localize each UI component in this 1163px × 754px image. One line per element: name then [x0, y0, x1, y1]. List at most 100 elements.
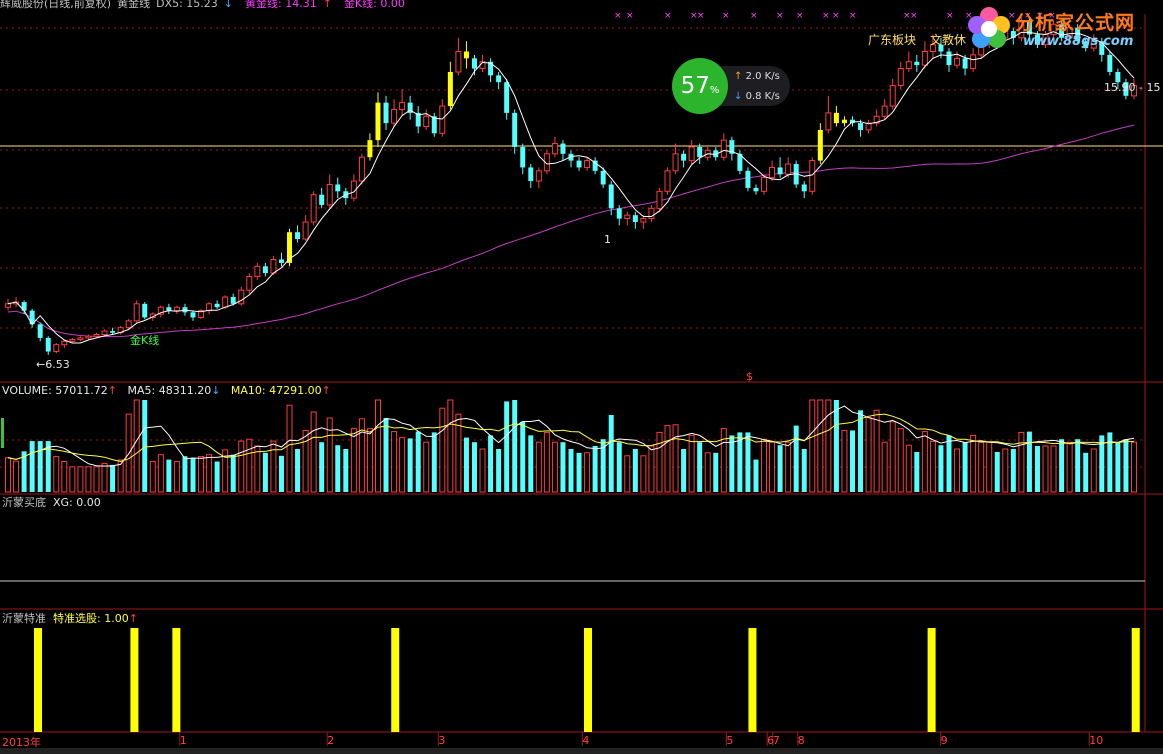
- candle-body: [45, 337, 51, 352]
- short-moving-average-line: [7, 31, 1135, 344]
- volume-bar: [488, 435, 494, 492]
- logo-title: 分析家公式网: [1015, 12, 1136, 34]
- volume-bar: [69, 466, 76, 493]
- volume-bar: [608, 415, 614, 492]
- volume-value: VOLUME: 57011.72: [2, 384, 108, 397]
- top-marker: ×: [910, 11, 918, 21]
- volume-bar: [166, 459, 172, 492]
- volume-bar: [1034, 446, 1040, 492]
- volume-bar: [946, 435, 952, 492]
- volume-bar: [632, 449, 638, 492]
- volume-bar: [206, 454, 213, 493]
- candle-body: [206, 303, 213, 312]
- volume-bar: [302, 430, 309, 493]
- candle-body: [640, 218, 647, 223]
- candle-body: [962, 58, 968, 69]
- volume-bar: [85, 466, 92, 493]
- volume-bar: [230, 454, 236, 492]
- volume-bar: [648, 445, 655, 493]
- upload-arrow-icon: ↑: [734, 71, 743, 82]
- signal-bar: [584, 628, 593, 732]
- xg-name: 沂蒙买底: [2, 496, 46, 509]
- candle-body: [93, 333, 100, 337]
- volume-bar: [970, 434, 977, 493]
- candle-body: [383, 102, 389, 124]
- volume-bar: [399, 437, 406, 493]
- candle-body: [921, 51, 928, 66]
- candle-body: [520, 146, 526, 168]
- volume-bar: [415, 431, 421, 492]
- candle-body: [391, 108, 398, 124]
- xg-header: 沂蒙买底 XG: 0.00: [2, 496, 101, 509]
- signal-bar: [34, 628, 43, 732]
- signal-bar: [391, 628, 400, 732]
- price-chart[interactable]: × × × × × × × × × × × × × × × × × × × ×: [0, 0, 1163, 754]
- top-marker: ×: [796, 11, 804, 21]
- upload-rate-unit: K/s: [764, 71, 780, 82]
- volume-bar: [383, 418, 389, 492]
- high-price-label: 15.90 - 15: [1104, 81, 1161, 94]
- candle-body: [488, 61, 494, 76]
- candle-body: [295, 232, 301, 240]
- volume-bar: [1075, 439, 1081, 492]
- candle-body: [672, 153, 679, 172]
- volume-bar: [576, 452, 582, 492]
- volume-header: VOLUME: 57011.72↑ MA5: 48311.20↓ MA10: 4…: [2, 384, 331, 397]
- volume-bar: [592, 446, 598, 492]
- volume-arrow-icon: ↑: [107, 384, 117, 397]
- low-price-label: ←6.53: [36, 358, 70, 371]
- volume-bar: [801, 449, 807, 492]
- candle-body: [278, 259, 284, 263]
- volume-bar: [672, 424, 679, 493]
- volume-bar: [326, 417, 333, 493]
- candle-body: [858, 123, 864, 130]
- volume-bar: [1130, 441, 1137, 493]
- volume-bar: [704, 452, 711, 493]
- volume-bar: [729, 435, 735, 492]
- volume-bar: [238, 440, 245, 493]
- candle-body: [423, 115, 430, 128]
- volume-bar: [697, 442, 703, 492]
- volume-bar: [713, 452, 719, 492]
- flower-logo-icon: [968, 7, 1010, 48]
- bottom-tab-strip[interactable]: [0, 748, 1163, 754]
- volume-bar: [753, 459, 759, 492]
- volume-bar: [841, 429, 848, 493]
- volume-bar: [688, 434, 695, 493]
- candle-body: [496, 75, 502, 83]
- volume-bar: [535, 441, 542, 493]
- network-speed-widget[interactable]: 57% ↑ 2.0 K/s ↓ 0.8 K/s: [672, 58, 790, 114]
- month-label: 3: [438, 734, 446, 747]
- volume-bar: [5, 457, 12, 493]
- volume-bar: [1090, 448, 1097, 493]
- candle-body: [946, 51, 952, 66]
- volume-bar: [793, 425, 799, 492]
- tab-guangdong[interactable]: 广东板块: [868, 33, 916, 47]
- candle-body: [375, 102, 381, 141]
- candle-body: [37, 324, 43, 338]
- volume-bar: [471, 442, 477, 492]
- candle-body: [914, 61, 920, 66]
- month-label: 10: [1089, 734, 1104, 747]
- top-marker: ×: [832, 11, 840, 21]
- volume-bar: [962, 442, 968, 492]
- candle-body: [889, 85, 896, 107]
- volume-bar: [833, 400, 839, 492]
- chart-window[interactable]: × × × × × × × × × × × × × × × × × × × × 辉威股份(日线,前复权) 黄金线 DX5:…: [0, 0, 1163, 754]
- candle-body: [745, 170, 751, 188]
- candle-body: [1107, 54, 1113, 72]
- dollar-marker: $: [746, 370, 753, 383]
- volume-bar: [254, 445, 261, 493]
- volume-bar: [865, 417, 872, 493]
- tab-culture[interactable]: 文教休: [930, 33, 966, 47]
- candle-body: [535, 170, 542, 182]
- ma10-value: MA10: 47291.00: [230, 384, 322, 397]
- volume-bar: [214, 461, 220, 492]
- ma5-arrow-icon: ↓: [211, 384, 221, 397]
- candle-body: [230, 296, 236, 304]
- volume-bar: [407, 438, 413, 492]
- candle-body: [439, 105, 446, 134]
- top-marker: ×: [776, 11, 784, 21]
- candle-body: [681, 153, 687, 161]
- volume-bar: [938, 445, 944, 492]
